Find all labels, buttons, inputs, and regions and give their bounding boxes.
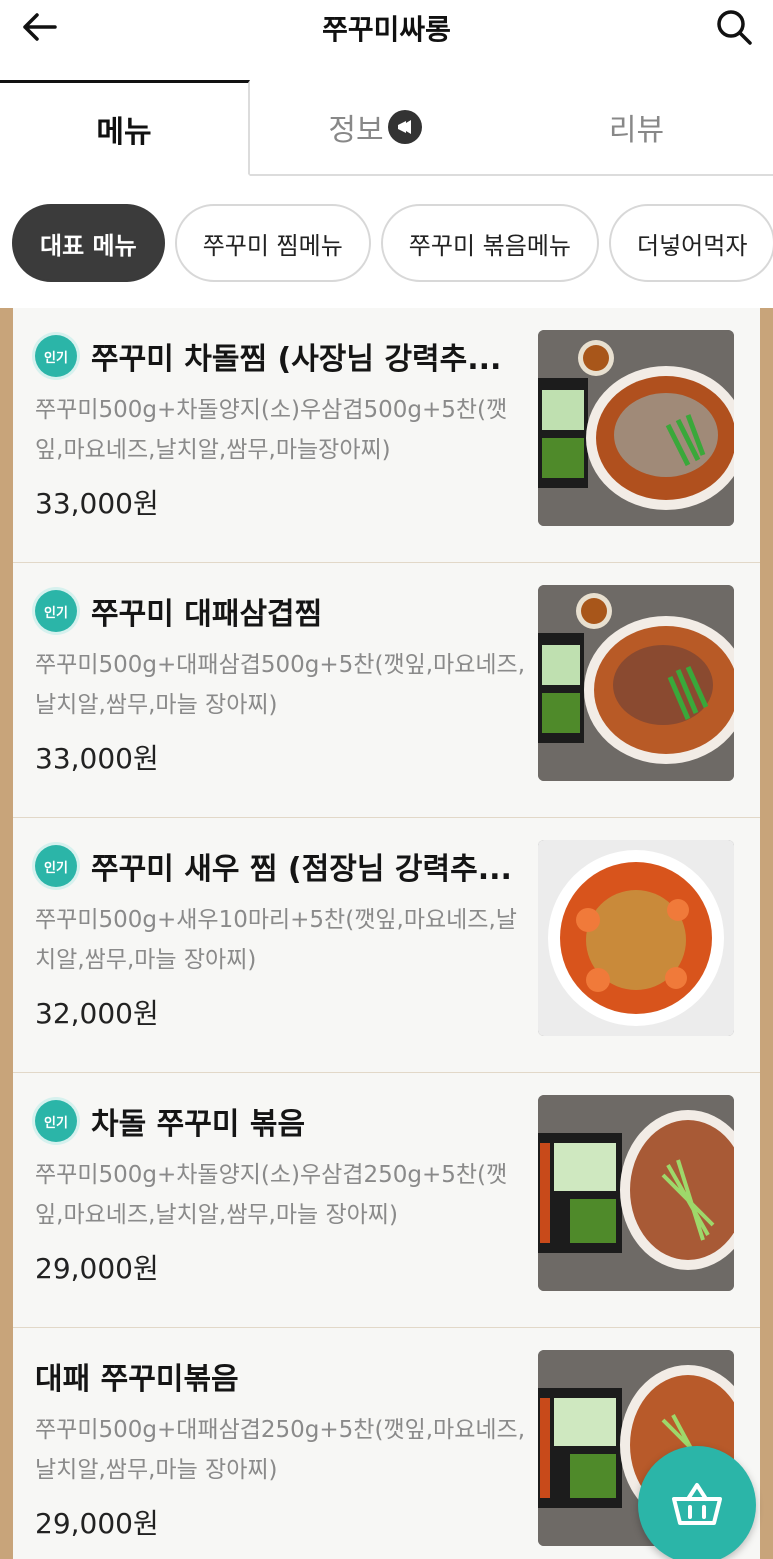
menu-item-description: 쭈꾸미500g+대패삼겹500g+5찬(깻잎,마요네즈,날치알,쌈무,마늘 장아… bbox=[35, 652, 526, 718]
menu-item[interactable]: 인기 쭈꾸미 새우 찜 (점장님 강력추... 쭈꾸미500g+새우10마리+5… bbox=[13, 818, 760, 1073]
menu-item-photo bbox=[538, 1095, 734, 1291]
megaphone-icon bbox=[387, 110, 422, 144]
menu-item-description: 쭈꾸미500g+차돌양지(소)우삼겹250g+5찬(깻잎,마요네즈,날치알,쌈무… bbox=[35, 1162, 508, 1228]
page-title: 쭈꾸미싸롱 bbox=[322, 13, 451, 46]
menu-item-price: 33,000원 bbox=[35, 487, 159, 520]
menu-item-name: 쭈꾸미 차돌찜 (사장님 강력추... bbox=[91, 342, 502, 377]
menu-item-photo bbox=[538, 330, 734, 526]
menu-list: 인기 쭈꾸미 차돌찜 (사장님 강력추... 쭈꾸미500g+차돌양지(소)우삼… bbox=[0, 308, 773, 1559]
chip-stir-fry-menu[interactable]: 쭈꾸미 볶음메뉴 bbox=[380, 204, 599, 282]
menu-item-photo bbox=[538, 585, 734, 781]
menu-item-name: 쭈꾸미 새우 찜 (점장님 강력추... bbox=[91, 852, 512, 887]
popular-badge: 인기 bbox=[35, 1100, 77, 1142]
menu-item-description: 쭈꾸미500g+대패삼겹250g+5찬(깻잎,마요네즈,날치알,쌈무,마늘 장아… bbox=[35, 1417, 526, 1483]
chip-steamed-menu[interactable]: 쭈꾸미 찜메뉴 bbox=[174, 204, 371, 282]
basket-icon bbox=[672, 1483, 722, 1525]
menu-item[interactable]: 인기 쭈꾸미 대패삼겹찜 쭈꾸미500g+대패삼겹500g+5찬(깻잎,마요네즈… bbox=[13, 563, 760, 818]
popular-badge: 인기 bbox=[35, 590, 77, 632]
category-chips: 대표 메뉴 쭈꾸미 찜메뉴 쭈꾸미 볶음메뉴 더넣어먹자 bbox=[0, 176, 773, 308]
search-icon bbox=[717, 10, 752, 45]
popular-badge: 인기 bbox=[35, 335, 77, 377]
tab-menu[interactable]: 메뉴 bbox=[0, 80, 250, 176]
menu-item-description: 쭈꾸미500g+차돌양지(소)우삼겹500g+5찬(깻잎,마요네즈,날치알,쌈무… bbox=[35, 397, 508, 463]
menu-item[interactable]: 인기 쭈꾸미 차돌찜 (사장님 강력추... 쭈꾸미500g+차돌양지(소)우삼… bbox=[13, 308, 760, 563]
menu-item-price: 29,000원 bbox=[35, 1507, 159, 1540]
tab-info[interactable]: 정보 bbox=[250, 80, 500, 176]
chip-add-ons[interactable]: 더넣어먹자 bbox=[609, 204, 773, 282]
chip-representative-menu[interactable]: 대표 메뉴 bbox=[12, 204, 165, 282]
menu-item-description: 쭈꾸미500g+새우10마리+5찬(깻잎,마요네즈,날치알,쌈무,마늘 장아찌) bbox=[35, 907, 517, 973]
tab-bar: 메뉴 정보 리뷰 bbox=[0, 80, 773, 176]
menu-item-price: 29,000원 bbox=[35, 1252, 159, 1285]
top-bar: 쭈꾸미싸롱 bbox=[0, 0, 773, 80]
tab-menu-label: 메뉴 bbox=[96, 114, 152, 150]
menu-item-name: 차돌 쭈꾸미 볶음 bbox=[91, 1107, 306, 1142]
menu-item-price: 32,000원 bbox=[35, 997, 159, 1030]
cart-button[interactable] bbox=[638, 1446, 756, 1559]
tab-review-label: 리뷰 bbox=[608, 113, 665, 148]
menu-item-name: 대패 쭈꾸미볶음 bbox=[35, 1362, 239, 1397]
search-button[interactable] bbox=[709, 4, 759, 50]
menu-item-photo bbox=[538, 840, 734, 1036]
menu-item[interactable]: 인기 차돌 쭈꾸미 볶음 쭈꾸미500g+차돌양지(소)우삼겹250g+5찬(깻… bbox=[13, 1073, 760, 1328]
tab-review[interactable]: 리뷰 bbox=[500, 80, 773, 176]
menu-item-price: 33,000원 bbox=[35, 742, 159, 775]
tab-info-label: 정보 bbox=[328, 113, 384, 148]
menu-item-name: 쭈꾸미 대패삼겹찜 bbox=[91, 597, 323, 632]
popular-badge: 인기 bbox=[35, 845, 77, 887]
